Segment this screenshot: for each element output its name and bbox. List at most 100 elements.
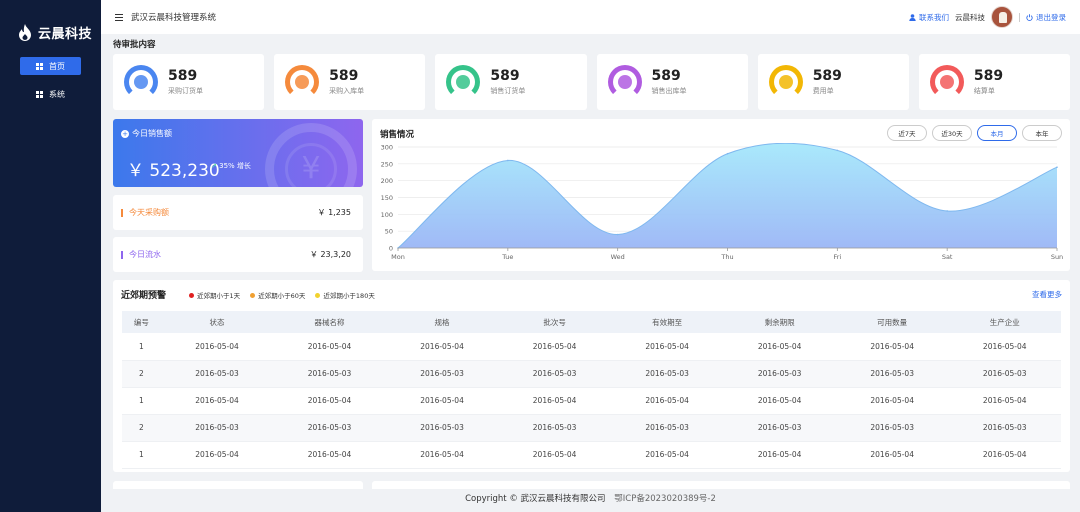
money-bag-icon xyxy=(768,65,803,99)
brand-name: 云晨科技 xyxy=(38,26,93,42)
data-point[interactable] xyxy=(507,159,509,162)
data-point[interactable] xyxy=(616,233,619,236)
yen-icon xyxy=(929,65,964,99)
accent-bar xyxy=(121,250,123,259)
x-tick-label: Wed xyxy=(611,253,625,261)
copyright-text: Copyright © 武汉云晨科技有限公司 xyxy=(465,494,606,504)
sidebar-item-home[interactable]: 首页 xyxy=(20,57,81,75)
logout-button[interactable]: 退出登录 xyxy=(1026,12,1066,23)
card-label: 结算单 xyxy=(973,87,995,95)
x-tick-label: Sun xyxy=(1051,253,1063,261)
basket-icon xyxy=(285,65,320,99)
table-cell: 2016-05-04 xyxy=(385,387,499,415)
today-sales-title: + 今日销售额 xyxy=(121,128,172,139)
card-count: 589 xyxy=(490,68,520,84)
range-30days-button[interactable]: 近30天 xyxy=(932,125,972,141)
card-label: 费用单 xyxy=(812,87,834,95)
table-cell: 2016-05-04 xyxy=(948,333,1061,361)
card-count: 589 xyxy=(973,68,1004,84)
table-row[interactable]: 1 2016-05-04 2016-05-04 2016-05-04 2016-05-0… xyxy=(122,333,1061,361)
card-label: 采购订货单 xyxy=(168,87,203,95)
stat-label: 今日流水 xyxy=(129,250,161,259)
table-cell: 2016-05-04 xyxy=(273,333,386,361)
table-row[interactable]: 1 2016-05-04 2016-05-04 2016-05-04 2016-05-0… xyxy=(122,441,1061,469)
table-row[interactable]: 2 2016-05-03 2016-05-03 2016-05-03 2016-05-0… xyxy=(122,360,1061,388)
card-count: 589 xyxy=(168,68,198,84)
table-cell: 2016-05-03 xyxy=(273,360,386,388)
pending-card[interactable]: 589 费用单 xyxy=(757,54,909,110)
plus-circle-icon: + xyxy=(121,129,129,138)
column-header: 批次号 xyxy=(498,311,611,333)
data-point[interactable] xyxy=(726,152,729,155)
footer: Copyright © 武汉云晨科技有限公司 鄂ICP备2023020389号-… xyxy=(101,492,1080,504)
stat-value: ￥ 1,235 xyxy=(317,208,351,217)
icp-link[interactable]: 鄂ICP备2023020389号-2 xyxy=(614,494,716,504)
data-point[interactable] xyxy=(836,149,839,152)
table-cell: 2016-05-03 xyxy=(723,360,836,388)
stat-purchase-today: 今天采购额 ￥ 1,235 xyxy=(113,195,363,230)
growth-label: 35% 增长 xyxy=(219,162,251,170)
sidebar-item-system[interactable]: 系统 xyxy=(20,85,81,103)
grid-icon xyxy=(36,62,43,70)
stat-flow-today: 今日流水 ￥ 23,3,20 xyxy=(113,237,363,272)
y-tick-label: 200 xyxy=(381,177,393,185)
column-header: 状态 xyxy=(160,311,274,333)
range-year-button[interactable]: 本年 xyxy=(1022,125,1062,141)
view-more-link[interactable]: 查看更多 xyxy=(1032,289,1062,300)
table-cell: 2016-05-03 xyxy=(835,414,949,442)
avatar[interactable] xyxy=(991,6,1013,28)
table-cell: 2016-05-03 xyxy=(948,360,1061,388)
divider xyxy=(1019,12,1020,22)
table-cell: 2016-05-03 xyxy=(385,360,499,388)
x-tick-label: Fri xyxy=(833,253,841,261)
range-7days-button[interactable]: 近7天 xyxy=(887,125,927,141)
table-cell: 2016-05-03 xyxy=(160,360,274,388)
table-cell: 2016-05-04 xyxy=(160,333,274,361)
table-cell: 2016-05-04 xyxy=(835,387,949,415)
legend-item: 近郊期小于180天 xyxy=(315,290,375,300)
pending-card[interactable]: 589 销售订货单 xyxy=(435,54,587,110)
brand[interactable]: 云晨科技 xyxy=(0,0,101,44)
table-header-row: 编号 状态 器械名称 规格 批次号 有效期至 剩余期限 可用数量 生产企业 xyxy=(122,311,1061,333)
table-cell: 2016-05-04 xyxy=(160,387,274,415)
column-header: 生产企业 xyxy=(948,311,1061,333)
legend-dot xyxy=(189,292,194,298)
x-tick-label: Mon xyxy=(391,253,405,261)
menu-toggle-icon[interactable] xyxy=(115,13,123,21)
table-cell: 2016-05-03 xyxy=(385,414,499,442)
cart-icon xyxy=(124,65,158,99)
pending-card[interactable]: 589 采购入库单 xyxy=(274,54,426,110)
column-header: 可用数量 xyxy=(835,311,949,333)
y-tick-label: 300 xyxy=(381,144,393,152)
table-cell: 2016-05-04 xyxy=(273,387,386,415)
stat-value: ￥ 23,3,20 xyxy=(309,250,351,259)
table-cell: 2016-05-03 xyxy=(723,414,836,442)
card-label: 采购入库单 xyxy=(329,87,365,95)
y-tick-label: 100 xyxy=(381,211,393,219)
data-point[interactable] xyxy=(946,210,948,212)
table-cell: 2016-05-04 xyxy=(835,333,949,361)
contact-us-link[interactable]: 联系我们 xyxy=(909,12,949,23)
sales-area xyxy=(398,143,1057,248)
bottom-panel-right xyxy=(372,481,1070,489)
legend-dot xyxy=(250,292,256,298)
pending-card[interactable]: 589 采购订货单 xyxy=(113,54,265,110)
card-label: 销售出库单 xyxy=(651,87,687,95)
table-row[interactable]: 1 2016-05-04 2016-05-04 2016-05-04 2016-05-0… xyxy=(122,387,1061,415)
range-buttons: 近7天 近30天 本月 本年 xyxy=(887,125,1062,141)
sidebar-item-label: 首页 xyxy=(49,61,65,71)
y-tick-label: 0 xyxy=(389,245,393,253)
card-count: 589 xyxy=(812,68,842,84)
table-cell: 1 xyxy=(122,333,161,361)
pending-card[interactable]: 589 销售出库单 xyxy=(596,54,748,110)
data-point[interactable] xyxy=(1056,166,1058,168)
table-row[interactable]: 2 2016-05-03 2016-05-03 2016-05-03 2016-05-0… xyxy=(122,414,1061,442)
range-month-button[interactable]: 本月 xyxy=(977,125,1017,141)
system-title: 武汉云晨科技管理系统 xyxy=(131,13,217,23)
accent-bar xyxy=(121,208,123,217)
table-cell: 2016-05-04 xyxy=(723,387,836,415)
expiry-table: 编号 状态 器械名称 规格 批次号 有效期至 剩余期限 可用数量 生产企业 1 2016-05-0… xyxy=(122,311,1061,469)
pending-card[interactable]: 589 结算单 xyxy=(918,54,1071,110)
table-cell: 1 xyxy=(122,441,161,469)
stat-label: 今天采购额 xyxy=(129,208,169,217)
